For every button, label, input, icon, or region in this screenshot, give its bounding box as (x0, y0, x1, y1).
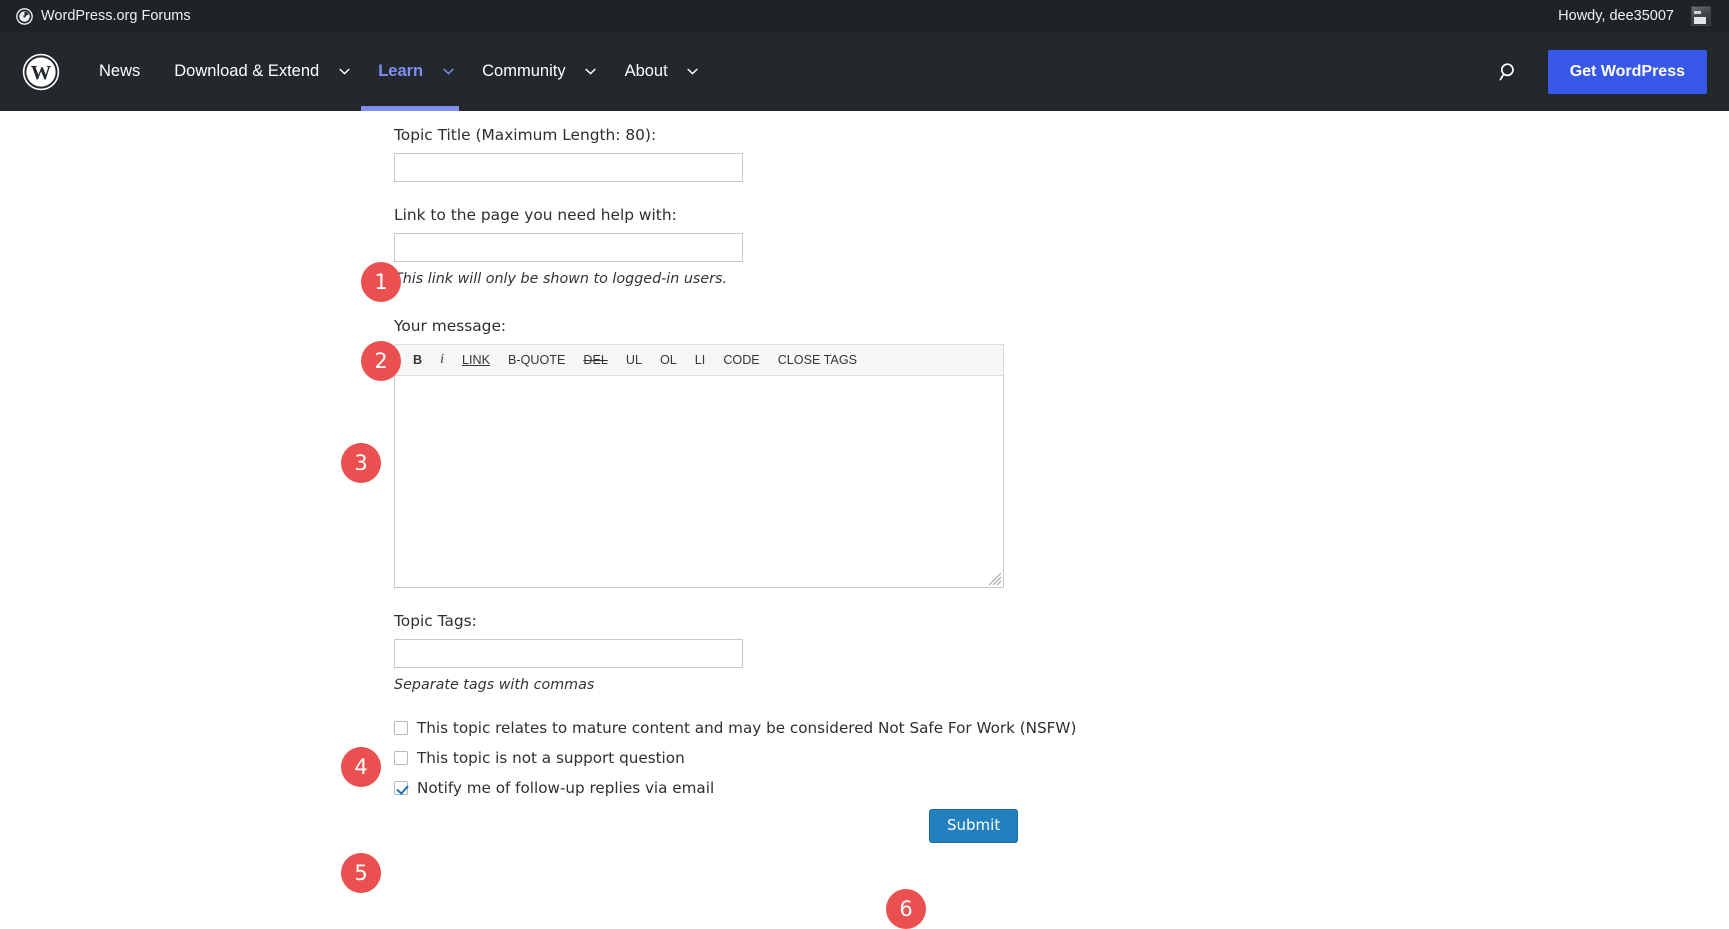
wordpress-logo-icon[interactable]: W (22, 53, 60, 91)
form-column: Topic Title (Maximum Length: 80): Link t… (394, 124, 1076, 843)
checkbox-row-nsfw[interactable]: This topic relates to mature content and… (394, 719, 1076, 737)
nav-item-news[interactable]: News (82, 32, 157, 111)
help-link-label: Link to the page you need help with: (394, 206, 677, 225)
nav-item-community[interactable]: Community (465, 32, 573, 111)
topic-title-label: Topic Title (Maximum Length: 80): (394, 126, 657, 144)
avatar (1691, 6, 1711, 26)
admin-bar-my-account[interactable]: Howdy, dee35007 (1550, 0, 1719, 32)
notify-replies-checkbox-label[interactable]: Notify me of follow-up replies via email (417, 779, 714, 797)
not-a-support-question-checkbox[interactable] (394, 751, 408, 766)
submit-button[interactable]: Submit (929, 809, 1019, 843)
primary-navigation: News Download & Extend Learn Community A… (82, 32, 710, 111)
search-icon (1499, 62, 1514, 80)
nsfw-checkbox[interactable] (394, 721, 408, 736)
nav-item-news-label: News (99, 62, 141, 80)
quicktag-bold-button[interactable]: B (404, 352, 431, 369)
chevron-down-icon (687, 68, 698, 75)
topic-title-input[interactable] (394, 153, 743, 183)
quicktag-code-button[interactable]: CODE (714, 352, 768, 369)
nav-submenu-toggle-learn[interactable] (431, 32, 465, 111)
new-topic-form: Topic Title (Maximum Length: 80): Link t… (0, 111, 1729, 929)
nsfw-checkbox-label[interactable]: This topic relates to mature content and… (417, 719, 1076, 737)
annotation-badge-3: 3 (341, 443, 381, 483)
site-header: W News Download & Extend Learn Community (0, 32, 1729, 111)
checkbox-row-not-support-question[interactable]: This topic is not a support question (394, 749, 1004, 767)
search-toggle-button[interactable] (1492, 55, 1526, 89)
admin-bar-right: Howdy, dee35007 (1550, 0, 1719, 32)
nav-item-about[interactable]: About (608, 32, 676, 111)
nav-item-download-extend[interactable]: Download & Extend (157, 32, 327, 111)
topic-tags-label: Topic Tags: (394, 612, 477, 631)
admin-bar-site-name-label: WordPress.org Forums (41, 8, 191, 24)
topic-options-group: This topic relates to mature content and… (394, 719, 1076, 797)
help-link-helper-text: This link will only be shown to logged-i… (394, 271, 728, 288)
chevron-down-icon (339, 68, 350, 75)
wp-dashboard-icon (16, 7, 33, 25)
help-link-input[interactable] (394, 233, 743, 263)
field-topic-title: Topic Title (Maximum Length: 80): (394, 124, 1004, 183)
topic-tags-input[interactable] (394, 639, 743, 669)
admin-bar-left: WordPress.org Forums (8, 0, 199, 32)
get-wordpress-button[interactable]: Get WordPress (1547, 49, 1707, 94)
message-editor: B i LINK B-QUOTE DEL UL OL LI CODE CLOSE… (394, 344, 1004, 589)
nav-submenu-toggle-about[interactable] (676, 32, 710, 111)
field-topic-tags: Topic Tags: Separate tags with commas (394, 610, 1004, 693)
field-help-link: Link to the page you need help with: Thi… (394, 204, 1004, 287)
annotation-badge-6: 6 (886, 889, 926, 929)
message-label: Your message: (394, 317, 507, 336)
quicktag-bquote-button[interactable]: B-QUOTE (499, 352, 574, 369)
quicktag-li-button[interactable]: LI (686, 352, 715, 369)
quicktag-ul-button[interactable]: UL (617, 352, 651, 369)
topic-tags-helper-text: Separate tags with commas (394, 677, 595, 694)
admin-bar-site-name[interactable]: WordPress.org Forums (8, 0, 199, 32)
nav-item-about-label: About (624, 62, 668, 80)
quicktag-close-tags-button[interactable]: CLOSE TAGS (769, 352, 866, 369)
annotation-badge-4: 4 (341, 747, 381, 787)
quicktag-link-button[interactable]: LINK (453, 352, 499, 369)
chevron-down-icon (443, 68, 454, 75)
nav-submenu-toggle-community[interactable] (574, 32, 608, 111)
wp-admin-bar: WordPress.org Forums Howdy, dee35007 (0, 0, 1729, 32)
chevron-down-icon (585, 68, 596, 75)
annotation-badge-5: 5 (341, 853, 381, 893)
quicktag-del-button[interactable]: DEL (574, 352, 617, 369)
notify-replies-checkbox[interactable] (394, 781, 408, 796)
message-textarea-wrapper (394, 376, 1004, 589)
nav-item-download-extend-label: Download & Extend (174, 62, 320, 80)
message-textarea[interactable] (394, 376, 1004, 589)
nav-item-community-label: Community (482, 62, 566, 80)
nav-item-learn-label: Learn (378, 62, 424, 80)
field-message: Your message: B i LINK B-QUOTE DEL UL OL… (394, 315, 1004, 589)
nav-submenu-toggle-download-extend[interactable] (327, 32, 361, 111)
not-a-support-question-checkbox-label[interactable]: This topic is not a support question (417, 749, 685, 767)
checkbox-row-notify-email[interactable]: Notify me of follow-up replies via email (394, 779, 1004, 797)
header-actions: Get WordPress (1492, 49, 1707, 94)
quicktags-toolbar: B i LINK B-QUOTE DEL UL OL LI CODE CLOSE… (394, 344, 1004, 377)
quicktag-ol-button[interactable]: OL (651, 352, 686, 369)
quicktag-italic-button[interactable]: i (431, 351, 453, 369)
admin-bar-greeting: Howdy, dee35007 (1558, 8, 1674, 24)
submit-row: Submit (394, 809, 1019, 843)
nav-item-learn[interactable]: Learn (361, 32, 432, 111)
svg-text:W: W (31, 62, 52, 84)
